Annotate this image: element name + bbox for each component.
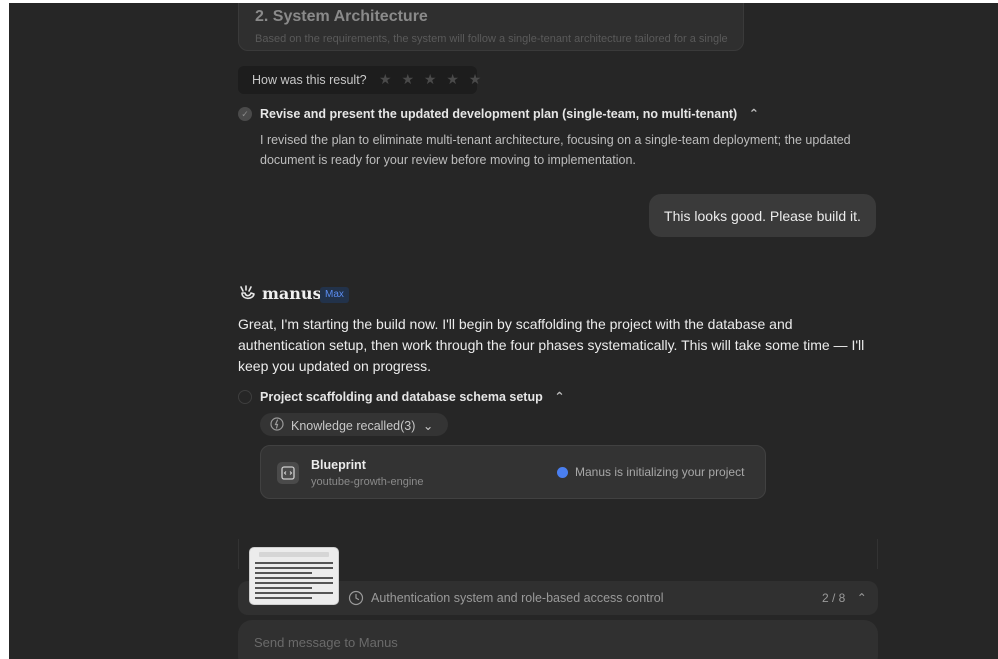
step-title: Revise and present the updated developme… (260, 107, 738, 121)
document-section-title: 2. System Architecture (255, 8, 428, 25)
blueprint-title: Blueprint (311, 458, 366, 472)
chevron-down-icon: ⌄ (422, 419, 434, 433)
knowledge-recalled-toggle[interactable]: Knowledge recalled(3) ⌄ (260, 413, 448, 436)
user-message-text: This looks good. Please build it. (664, 207, 861, 224)
manus-logo-icon (240, 285, 255, 300)
result-rating: How was this result? ★ ★ ★ ★ ★ (238, 66, 481, 94)
status-dot (557, 467, 568, 478)
chevron-up-icon[interactable]: ⌃ (554, 389, 564, 404)
task-counter: 2 / 8 ⌃ (822, 591, 867, 605)
rating-prompt: How was this result? (252, 73, 367, 87)
completed-step-header[interactable]: Revise and present the updated developme… (260, 106, 759, 121)
plan-badge: Max (320, 287, 349, 303)
lightbulb-icon (270, 417, 284, 431)
completed-check-icon: ✓ (238, 107, 252, 121)
current-step-header[interactable]: Project scaffolding and database schema … (260, 389, 565, 404)
step-title: Project scaffolding and database schema … (260, 390, 543, 404)
blueprint-status: Manus is initializing your project (575, 465, 745, 479)
message-composer (238, 620, 878, 659)
thumbnail-header (259, 552, 329, 557)
current-task-label: Authentication system and role-based acc… (371, 591, 664, 605)
app-window: 2. System Architecture Based on the requ… (9, 3, 998, 659)
pending-step-icon (238, 390, 252, 404)
computer-preview-thumbnail[interactable] (249, 547, 339, 605)
code-icon (277, 462, 299, 484)
knowledge-label: Knowledge recalled(3) ⌄ (291, 419, 434, 433)
message-input[interactable] (238, 620, 878, 659)
blueprint-card[interactable]: Blueprint youtube-growth-engine Manus is… (260, 445, 766, 499)
chevron-up-icon[interactable]: ⌃ (749, 106, 759, 121)
user-message-bubble: This looks good. Please build it. (649, 194, 876, 237)
assistant-name: manus (262, 284, 322, 303)
clock-icon (348, 590, 364, 606)
document-excerpt: Based on the requirements, the system wi… (255, 33, 728, 45)
star-rating[interactable]: ★ ★ ★ ★ ★ (379, 71, 484, 88)
chevron-up-icon[interactable]: ⌃ (857, 591, 867, 605)
document-preview-card[interactable]: 2. System Architecture Based on the requ… (238, 3, 744, 51)
step-description: I revised the plan to eliminate multi-te… (260, 133, 851, 167)
blueprint-project-name: youtube-growth-engine (311, 476, 424, 488)
assistant-message: Great, I'm starting the build now. I'll … (238, 316, 865, 374)
